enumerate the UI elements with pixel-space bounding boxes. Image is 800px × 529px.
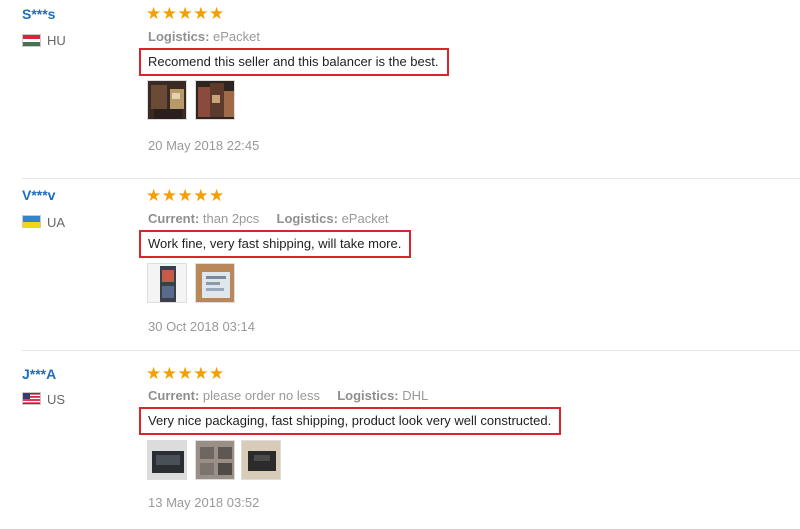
review-date: 20 May 2018 22:45 (148, 138, 260, 153)
rating-stars: ★★★★★ (146, 186, 225, 205)
logistics-value: DHL (402, 388, 429, 403)
rating-stars: ★★★★★ (146, 364, 225, 383)
current-value: please order no less (202, 388, 320, 403)
review-photo-thumbnail[interactable] (147, 440, 187, 480)
review-attributes: Current: than 2pcs Logistics: ePacket (148, 211, 389, 226)
current-value: than 2pcs (202, 211, 260, 226)
logistics-label: Logistics: (276, 211, 338, 226)
review-item: J***A US ★★★★★ Current: please order no … (0, 351, 800, 529)
reviewer-country: US (47, 392, 66, 407)
reviewer-name[interactable]: J***A (22, 366, 56, 382)
logistics-label: Logistics: (337, 388, 399, 403)
review-photo-thumbnail[interactable] (147, 263, 187, 303)
review-comment: Very nice packaging, fast shipping, prod… (139, 407, 562, 435)
review-photo-thumbnail[interactable] (195, 440, 235, 480)
reviewer-country: HU (47, 33, 66, 48)
flag-us-icon (22, 392, 41, 405)
review-attributes: Logistics: ePacket (148, 29, 260, 44)
rating-stars: ★★★★★ (146, 4, 225, 23)
logistics-label: Logistics: (148, 29, 210, 44)
reviewer-name[interactable]: S***s (22, 6, 55, 22)
logistics-value: ePacket (341, 211, 389, 226)
reviewer-name[interactable]: V***v (22, 187, 55, 203)
review-date: 30 Oct 2018 03:14 (148, 319, 255, 334)
review-date: 13 May 2018 03:52 (148, 495, 260, 510)
review-photo-thumbnail[interactable] (241, 440, 281, 480)
flag-ua-icon (22, 215, 41, 228)
review-photo-thumbnail[interactable] (147, 80, 187, 120)
review-item: V***v UA ★★★★★ Current: than 2pcs Logist… (0, 179, 800, 357)
reviewer-country: UA (47, 215, 66, 230)
review-comment: Work fine, very fast shipping, will take… (139, 230, 412, 258)
logistics-value: ePacket (213, 29, 261, 44)
flag-hu-icon (22, 34, 41, 47)
review-item: S***s HU ★★★★★ Logistics: ePacket Recome… (0, 0, 800, 178)
review-attributes: Current: please order no less Logistics:… (148, 388, 428, 403)
current-label: Current: (148, 211, 200, 226)
review-photo-thumbnail[interactable] (195, 80, 235, 120)
current-label: Current: (148, 388, 200, 403)
review-photo-thumbnail[interactable] (195, 263, 235, 303)
review-comment: Recomend this seller and this balancer i… (139, 48, 449, 76)
